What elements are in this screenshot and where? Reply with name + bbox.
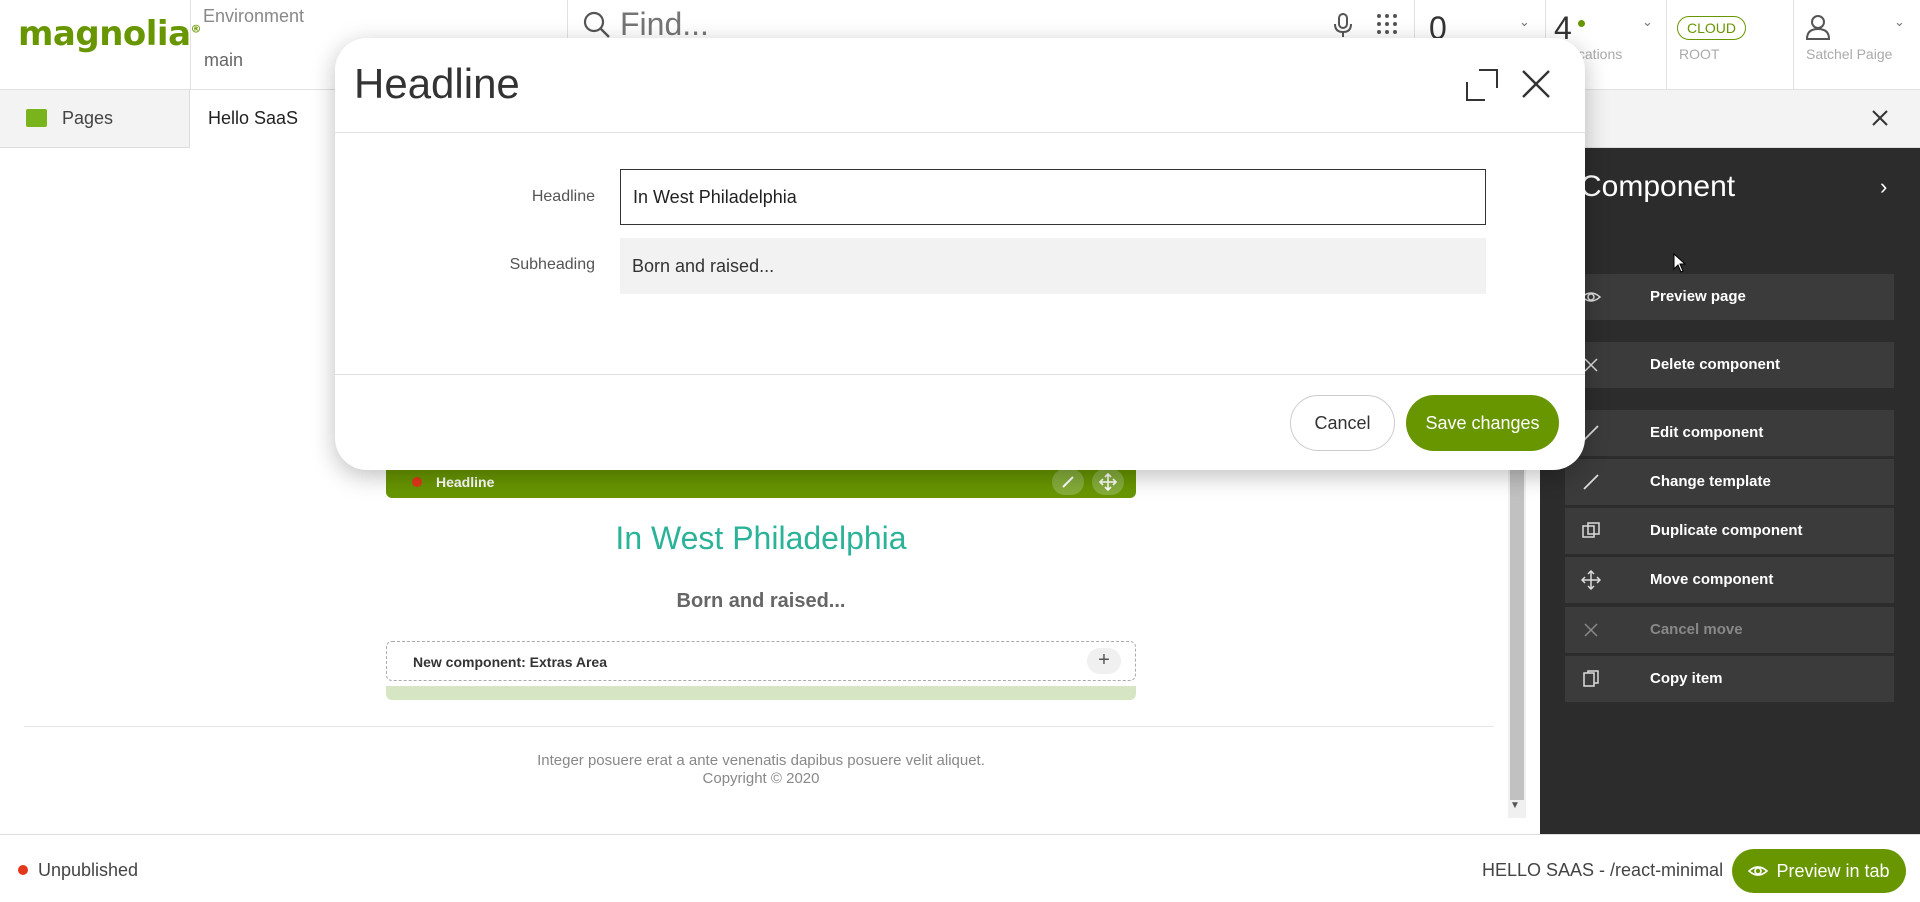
headline-field-label: Headline — [531, 188, 595, 205]
action-bar-title: Component — [1580, 170, 1736, 203]
environment-label: Environment — [203, 6, 305, 26]
action-edit-component[interactable]: Edit component — [1565, 410, 1894, 456]
tab-pages-app[interactable]: Pages — [0, 90, 190, 148]
scroll-down-arrow-icon[interactable]: ▼ — [1510, 800, 1520, 811]
copy-icon — [1581, 669, 1601, 689]
pages-app-icon — [26, 109, 47, 127]
extras-area-bar — [386, 686, 1136, 700]
chevron-down-icon: ⌄ — [1642, 14, 1653, 29]
maximize-icon[interactable] — [1465, 68, 1499, 102]
dialog-title: Headline — [354, 60, 520, 107]
tab-hello-saas[interactable]: Hello SaaS — [190, 90, 340, 148]
magnolia-logo[interactable]: magnolia® — [18, 14, 202, 54]
headline-field[interactable] — [620, 169, 1486, 225]
footer-copyright: Copyright © 2020 — [702, 770, 820, 787]
preview-headline[interactable]: In West Philadelphia — [386, 520, 1136, 557]
edit-component-icon[interactable] — [1052, 469, 1084, 495]
subheading-field[interactable] — [620, 238, 1486, 294]
action-copy-item[interactable]: Copy item — [1565, 656, 1894, 702]
chevron-down-icon: ⌄ — [1894, 14, 1905, 29]
preview-in-tab-button[interactable]: Preview in tab — [1732, 849, 1906, 893]
chevron-down-icon: ⌄ — [1519, 14, 1530, 29]
subheading-field-label: Subheading — [509, 256, 595, 273]
component-bar-headline[interactable]: Headline — [386, 466, 1136, 498]
action-label: Copy item — [1650, 670, 1723, 687]
mouse-cursor-icon — [1673, 252, 1687, 278]
cloud-indicator[interactable]: CLOUD ROOT — [1666, 0, 1793, 90]
microphone-icon[interactable] — [1333, 12, 1353, 38]
status-bar: Unpublished HELLO SAAS - /react-minimal … — [0, 834, 1920, 902]
page-path: HELLO SAAS - /react-minimal — [1482, 860, 1724, 880]
close-icon[interactable] — [1868, 106, 1892, 130]
action-label: Move component — [1650, 571, 1774, 588]
action-cancel-move: Cancel move — [1565, 607, 1894, 653]
search-icon[interactable] — [582, 10, 612, 40]
unpublished-dot — [412, 477, 422, 487]
tab-label: Pages — [62, 108, 114, 128]
action-label: Change template — [1650, 473, 1771, 490]
action-label: Delete component — [1650, 356, 1781, 373]
action-bar: Component › Preview page Delete componen… — [1540, 148, 1920, 834]
duplicate-icon — [1581, 521, 1601, 541]
action-move-component[interactable]: Move component — [1565, 557, 1894, 603]
close-icon — [1581, 620, 1601, 640]
action-preview-page[interactable]: Preview page — [1565, 274, 1894, 320]
cancel-button[interactable]: Cancel — [1290, 395, 1395, 451]
dialog-footer-divider — [335, 374, 1585, 375]
dialog-header-divider — [335, 132, 1585, 133]
component-label: Headline — [436, 474, 495, 490]
add-component-icon[interactable]: + — [1087, 648, 1121, 674]
chevron-right-icon[interactable]: › — [1880, 174, 1887, 200]
unpublished-status-dot — [18, 865, 28, 875]
user-name: Satchel Paige — [1806, 46, 1893, 62]
pencil-icon — [1581, 472, 1601, 492]
tab-label: Hello SaaS — [208, 108, 299, 128]
app-launcher-icon[interactable] — [1375, 12, 1399, 36]
user-icon — [1806, 14, 1830, 40]
preview-subheading[interactable]: Born and raised... — [386, 590, 1136, 613]
footer-line: Integer posuere erat a ante venenatis da… — [537, 752, 985, 769]
cloud-label: ROOT — [1679, 46, 1720, 62]
logo-text: magnolia — [18, 14, 191, 54]
preview-in-tab-label: Preview in tab — [1776, 860, 1890, 881]
user-menu[interactable]: Satchel Paige ⌄ — [1793, 0, 1920, 90]
cloud-badge: CLOUD — [1677, 16, 1747, 40]
extras-area-label: New component: Extras Area — [413, 654, 607, 670]
eye-icon — [1748, 863, 1769, 879]
action-label: Preview page — [1650, 288, 1746, 305]
action-delete-component[interactable]: Delete component — [1565, 342, 1894, 388]
close-icon[interactable] — [1520, 68, 1552, 100]
footer-divider — [24, 726, 1494, 727]
edit-headline-dialog: Headline Headline Subheading Cancel Save… — [335, 38, 1585, 470]
page-footer: Integer posuere erat a ante venenatis da… — [386, 752, 1136, 788]
save-changes-button[interactable]: Save changes — [1406, 395, 1559, 451]
environment-value: main — [204, 50, 244, 70]
action-label: Cancel move — [1650, 621, 1743, 638]
move-component-icon[interactable] — [1092, 469, 1124, 495]
action-label: Duplicate component — [1650, 522, 1803, 539]
move-icon — [1581, 570, 1601, 590]
extras-area-placeholder[interactable]: New component: Extras Area + — [386, 641, 1136, 681]
notification-dot — [1578, 20, 1585, 27]
action-change-template[interactable]: Change template — [1565, 459, 1894, 505]
publish-status: Unpublished — [38, 860, 139, 880]
action-label: Edit component — [1650, 424, 1764, 441]
action-duplicate-component[interactable]: Duplicate component — [1565, 508, 1894, 554]
